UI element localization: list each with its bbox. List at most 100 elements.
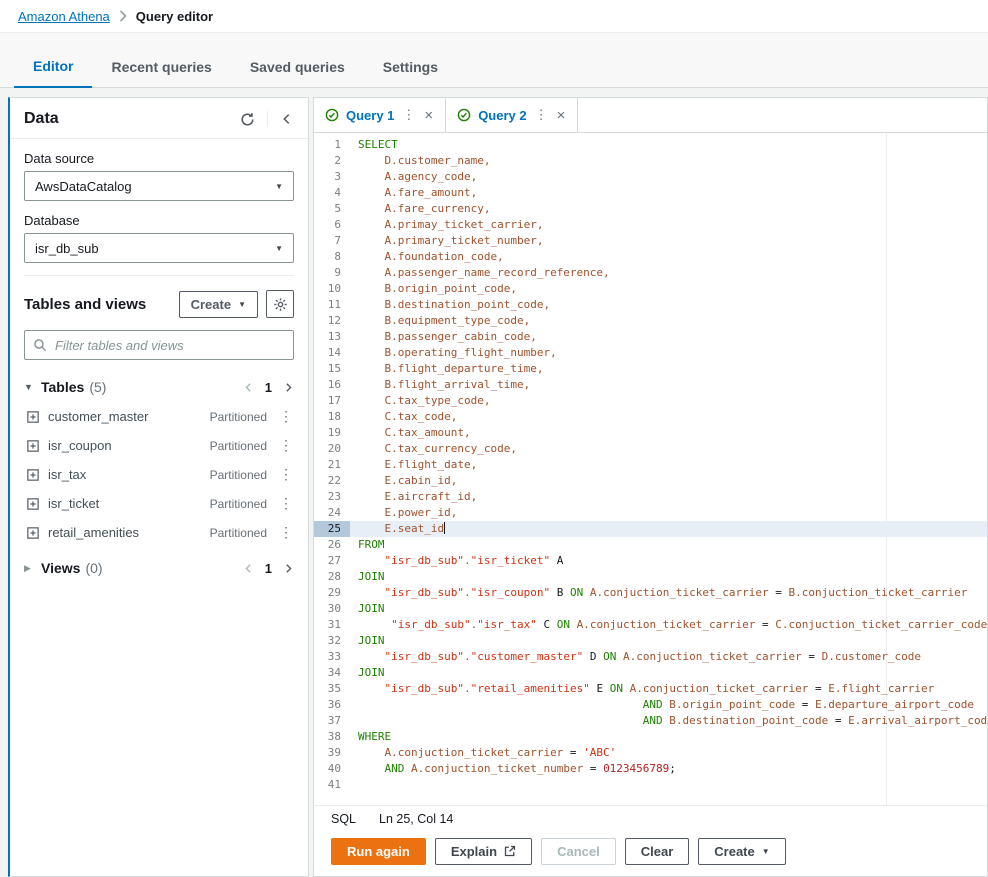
code-line[interactable]: A.agency_code,: [350, 169, 987, 185]
table-row: retail_amenities Partitioned ⋮: [10, 518, 308, 547]
code-line[interactable]: "isr_db_sub"."isr_coupon" B ON A.conjuct…: [350, 585, 987, 601]
code-line[interactable]: B.passenger_cabin_code,: [350, 329, 987, 345]
code-line[interactable]: C.tax_type_code,: [350, 393, 987, 409]
code-line[interactable]: [350, 777, 987, 793]
create-query-button[interactable]: Create ▼: [698, 837, 786, 865]
code-line[interactable]: "isr_db_sub"."isr_tax" C ON A.conjuction…: [350, 617, 987, 633]
code-line[interactable]: A.conjuction_ticket_carrier = 'ABC': [350, 745, 987, 761]
line-number: 4: [334, 186, 341, 199]
tab-editor[interactable]: Editor: [14, 48, 93, 88]
code-line[interactable]: E.cabin_id,: [350, 473, 987, 489]
code-line[interactable]: C.tax_amount,: [350, 425, 987, 441]
tab-settings[interactable]: Settings: [364, 49, 457, 87]
code-line[interactable]: "isr_db_sub"."isr_ticket" A: [350, 553, 987, 569]
code-line[interactable]: B.flight_arrival_time,: [350, 377, 987, 393]
code-line[interactable]: FROM: [350, 537, 987, 553]
line-number: 6: [334, 218, 341, 231]
close-tab-icon[interactable]: ×: [423, 107, 434, 124]
code-line[interactable]: B.flight_departure_time,: [350, 361, 987, 377]
sql-editor[interactable]: 1 2 3 4 5 6 7 8 9 10 11 12 13 14 15 16 17 18 19 20 21 22 23 24 2…: [314, 133, 987, 805]
code-line[interactable]: AND B.destination_point_code = E.arrival…: [350, 713, 987, 729]
table-name[interactable]: retail_amenities: [48, 525, 201, 540]
query-tabs: Query 1 ⋮ × Query 2 ⋮ ×: [314, 98, 987, 133]
table-name[interactable]: isr_ticket: [48, 496, 201, 511]
expand-table-icon[interactable]: [27, 410, 39, 423]
code-line[interactable]: C.tax_currency_code,: [350, 441, 987, 457]
table-name[interactable]: isr_coupon: [48, 438, 201, 453]
code-line[interactable]: E.flight_date,: [350, 457, 987, 473]
pagination-prev-icon[interactable]: [243, 563, 254, 574]
code-line[interactable]: B.operating_flight_number,: [350, 345, 987, 361]
run-again-button[interactable]: Run again: [331, 837, 426, 865]
code-line[interactable]: AND B.origin_point_code = E.departure_ai…: [350, 697, 987, 713]
expand-table-icon[interactable]: [27, 497, 39, 510]
data-source-select[interactable]: AwsDataCatalog ▼: [24, 171, 294, 201]
tables-section-header[interactable]: ▼ Tables (5) 1: [10, 370, 308, 402]
code-line[interactable]: AND A.conjuction_ticket_number = 0123456…: [350, 761, 987, 777]
table-actions-menu-icon[interactable]: ⋮: [276, 466, 296, 483]
refresh-icon[interactable]: [240, 112, 255, 127]
database-value: isr_db_sub: [35, 240, 99, 256]
code-line[interactable]: E.aircraft_id,: [350, 489, 987, 505]
table-actions-menu-icon[interactable]: ⋮: [276, 524, 296, 541]
tables-list: customer_master Partitioned ⋮ isr_coupon Par…: [10, 402, 308, 547]
line-number: 23: [327, 490, 341, 503]
code-line[interactable]: B.origin_point_code,: [350, 281, 987, 297]
code-line[interactable]: E.power_id,: [350, 505, 987, 521]
table-name[interactable]: isr_tax: [48, 467, 201, 482]
code-line[interactable]: E.seat_id: [350, 521, 987, 537]
code-line[interactable]: JOIN: [350, 633, 987, 649]
breadcrumb-root-link[interactable]: Amazon Athena: [18, 9, 110, 24]
code-line[interactable]: A.foundation_code,: [350, 249, 987, 265]
expand-table-icon[interactable]: [27, 439, 39, 452]
code-line[interactable]: A.primary_ticket_number,: [350, 233, 987, 249]
database-select[interactable]: isr_db_sub ▼: [24, 233, 294, 263]
pagination-current-page[interactable]: 1: [265, 561, 272, 576]
code-content[interactable]: SELECT D.customer_name, A.agency_code, A…: [350, 137, 987, 793]
code-line[interactable]: B.destination_point_code,: [350, 297, 987, 313]
code-line[interactable]: A.fare_amount,: [350, 185, 987, 201]
code-line[interactable]: JOIN: [350, 665, 987, 681]
code-line[interactable]: WHERE: [350, 729, 987, 745]
tab-recent-queries[interactable]: Recent queries: [92, 49, 230, 87]
divider: [24, 275, 294, 276]
line-number: 8: [334, 250, 341, 263]
filter-tables-input[interactable]: [24, 330, 294, 360]
code-line[interactable]: A.fare_currency,: [350, 201, 987, 217]
code-line[interactable]: JOIN: [350, 569, 987, 585]
views-section-header[interactable]: ▶ Views (0) 1: [10, 551, 308, 583]
query-tab[interactable]: Query 1 ⋮ ×: [314, 98, 447, 132]
table-actions-menu-icon[interactable]: ⋮: [276, 495, 296, 512]
collapse-panel-icon[interactable]: [280, 112, 294, 126]
pagination-next-icon[interactable]: [283, 563, 294, 574]
code-line[interactable]: A.passenger_name_record_reference,: [350, 265, 987, 281]
table-name[interactable]: customer_master: [48, 409, 201, 424]
create-button[interactable]: Create ▼: [178, 290, 258, 318]
code-line[interactable]: JOIN: [350, 601, 987, 617]
close-tab-icon[interactable]: ×: [556, 107, 567, 124]
code-line[interactable]: A.primay_ticket_carrier,: [350, 217, 987, 233]
code-line[interactable]: "isr_db_sub"."customer_master" D ON A.co…: [350, 649, 987, 665]
line-number: 27: [327, 554, 341, 567]
data-panel: Data Data source AwsDataCatalog ▼ Databa…: [8, 97, 309, 877]
tab-saved-queries[interactable]: Saved queries: [231, 49, 364, 87]
code-line[interactable]: B.equipment_type_code,: [350, 313, 987, 329]
pagination-prev-icon[interactable]: [243, 382, 254, 393]
query-tab-menu-icon[interactable]: ⋮: [534, 107, 549, 123]
query-tab-menu-icon[interactable]: ⋮: [401, 107, 416, 123]
clear-button[interactable]: Clear: [624, 837, 690, 865]
pagination-next-icon[interactable]: [283, 382, 294, 393]
table-actions-menu-icon[interactable]: ⋮: [276, 437, 296, 454]
pagination-current-page[interactable]: 1: [265, 380, 272, 395]
line-number: 32: [327, 634, 341, 647]
expand-table-icon[interactable]: [27, 526, 39, 539]
code-line[interactable]: D.customer_name,: [350, 153, 987, 169]
expand-table-icon[interactable]: [27, 468, 39, 481]
code-line[interactable]: C.tax_code,: [350, 409, 987, 425]
table-actions-menu-icon[interactable]: ⋮: [276, 408, 296, 425]
code-line[interactable]: SELECT: [350, 137, 987, 153]
explain-button[interactable]: Explain: [434, 837, 533, 865]
settings-gear-icon[interactable]: [266, 290, 294, 318]
code-line[interactable]: "isr_db_sub"."retail_amenities" E ON A.c…: [350, 681, 987, 697]
query-tab[interactable]: Query 2 ⋮ ×: [446, 98, 579, 132]
